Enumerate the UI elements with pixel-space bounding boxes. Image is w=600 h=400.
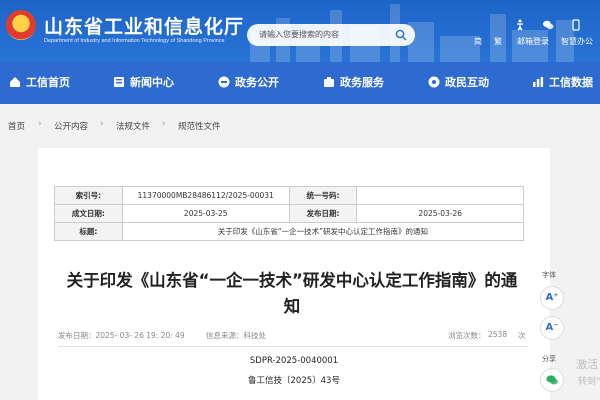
accessibility-icons xyxy=(512,16,592,31)
document-number: 鲁工信技〔2025〕43号 xyxy=(248,376,340,386)
nav-home[interactable]: 工信首页 xyxy=(8,74,70,92)
nav-interaction[interactable]: 政民互动 xyxy=(427,74,489,92)
publish-date: 发布日期：2025- 03- 26 19: 20: 49 xyxy=(58,331,185,340)
document-meta-table: 索引号: 11370000MB28486112/2025-00031 统一号码:… xyxy=(54,186,525,241)
document-code: SDPR-2025-0040001 xyxy=(249,356,339,366)
search-placeholder: 请输入您要搜索的内容 xyxy=(259,30,339,39)
page-title: 关于印发《山东省“一企一技术”研发中心认定工作指南》的通知 xyxy=(66,271,518,316)
breadcrumb-separator: › xyxy=(100,119,104,129)
nav-news[interactable]: 新闻中心 xyxy=(112,74,174,92)
views-unit: 次 xyxy=(518,331,526,340)
breadcrumb-separator: › xyxy=(38,119,42,129)
data-icon xyxy=(533,77,544,87)
nav-data[interactable]: 工信数据 xyxy=(531,74,593,92)
breadcrumb-home[interactable]: 首页 xyxy=(8,120,25,132)
breadcrumb-public-content[interactable]: 公开内容 xyxy=(54,120,88,132)
published-date-label: 发布日期: xyxy=(288,204,358,223)
wechat-icon[interactable] xyxy=(542,16,554,30)
breadcrumb-regulations[interactable]: 法规文件 xyxy=(116,120,150,132)
share-label: 分享 xyxy=(542,355,556,363)
views-label: 浏览次数： xyxy=(448,331,486,340)
font-decrease-button[interactable]: A⁻ xyxy=(540,316,564,340)
wechat-share-icon xyxy=(546,375,558,385)
nav-gov-open[interactable]: 政务公开 xyxy=(217,74,279,92)
font-increase-button[interactable]: A⁺ xyxy=(540,286,564,310)
created-date-value: 2025-03-25 xyxy=(121,204,290,223)
site-title[interactable]: 山东省工业和信息化厅 xyxy=(44,12,244,39)
title-label: 标题: xyxy=(54,222,123,241)
index-value: 11370000MB28486112/2025-00031 xyxy=(121,186,290,205)
link-smart-office[interactable]: 智慧办公 xyxy=(561,36,593,48)
national-emblem-logo[interactable] xyxy=(6,10,36,40)
views-count: 2538 xyxy=(488,330,508,339)
publish-info: 发布日期：2025- 03- 26 19: 20: 49 信息来源：科技处 浏览… xyxy=(58,330,528,344)
published-date-value: 2025-03-26 xyxy=(356,204,524,223)
breadcrumb: 首页 › 公开内容 › 法规文件 › 规范性文件 xyxy=(0,104,600,146)
title-value: 关于印发《山东省“一企一技术”研发中心认定工作指南》的通知 xyxy=(121,222,525,241)
main-nav: 工信首页 新闻中心 政务公开 政务服务 政民互动 工信数据 xyxy=(0,62,600,104)
divider xyxy=(58,346,528,347)
activation-watermark-hint: 转到“ xyxy=(578,377,600,387)
link-mail-login[interactable]: 邮箱登录 xyxy=(517,36,549,48)
index-label: 索引号: xyxy=(54,186,123,205)
breadcrumb-separator: › xyxy=(162,119,166,129)
breadcrumb-normative-docs[interactable]: 规范性文件 xyxy=(178,120,221,132)
nav-gov-service[interactable]: 政务服务 xyxy=(322,74,384,92)
site-header: 山东省工业和信息化厅 Department of Industry and In… xyxy=(0,0,600,62)
search-icon[interactable] xyxy=(395,29,407,41)
interaction-icon xyxy=(428,76,440,88)
service-icon xyxy=(324,77,334,87)
wechat-share-button[interactable] xyxy=(540,368,564,392)
number-value xyxy=(356,186,524,205)
search-box[interactable]: 请输入您要搜索的内容 xyxy=(247,24,415,46)
article-card: 索引号: 11370000MB28486112/2025-00031 统一号码:… xyxy=(38,148,550,400)
activation-watermark: 激活 xyxy=(576,358,598,371)
info-source: 信息来源：科技处 xyxy=(206,331,266,340)
number-label: 统一号码: xyxy=(288,186,358,205)
font-size-label: 字体 xyxy=(542,271,556,279)
home-icon xyxy=(10,77,20,87)
created-date-label: 成文日期: xyxy=(54,204,123,223)
open-icon xyxy=(218,76,230,88)
site-subtitle: Department of Industry and Information T… xyxy=(44,38,225,44)
news-icon xyxy=(114,77,124,87)
accessibility-icon[interactable] xyxy=(514,16,526,31)
link-traditional[interactable]: 繁 xyxy=(494,36,502,48)
link-simplified[interactable]: 简 xyxy=(474,36,482,48)
mobile-icon[interactable] xyxy=(570,16,582,31)
